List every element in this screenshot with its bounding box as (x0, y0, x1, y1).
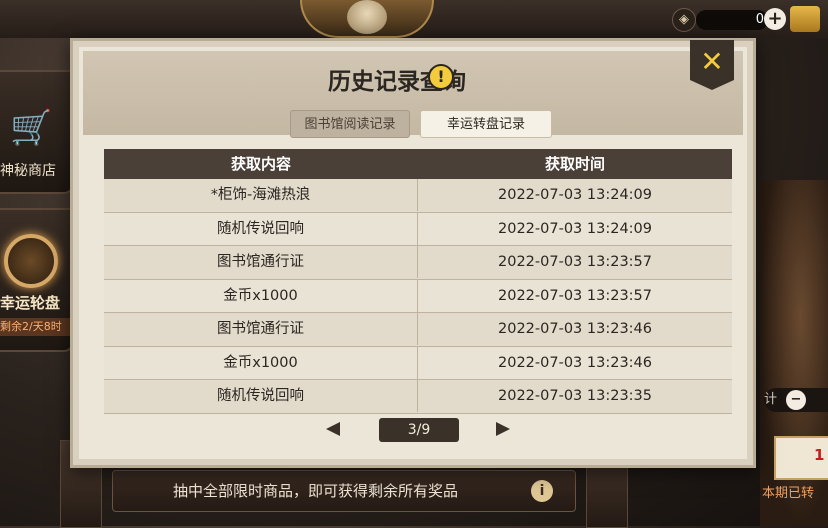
mystery-shop-button[interactable]: 🛒 神秘商店 (0, 70, 74, 194)
reward-card-count: 1 (814, 446, 825, 464)
row-time: 2022-07-03 13:23:46 (498, 321, 652, 337)
currency-display: ◈ 0 + (672, 8, 790, 32)
row-content: 图书馆通行证 (104, 313, 418, 345)
currency-icon: ◈ (672, 8, 696, 32)
tab-lucky-wheel[interactable]: 幸运转盘记录 (420, 110, 552, 138)
row-time: 2022-07-03 13:23:57 (498, 254, 652, 270)
cart-icon: 🛒 (10, 108, 53, 148)
header-time: 获取时间 (544, 155, 605, 173)
row-time: 2022-07-03 13:24:09 (498, 187, 652, 203)
next-page-button[interactable] (496, 422, 510, 436)
table-row: 金币x1000 2022-07-03 13:23:57 (104, 279, 732, 313)
row-time: 2022-07-03 13:23:57 (498, 287, 652, 304)
row-content: 随机传说回响 (104, 212, 418, 245)
close-button[interactable]: ✕ (690, 40, 734, 90)
table-row: 图书馆通行证 2022-07-03 13:23:46 (104, 313, 732, 347)
top-ornament (300, 0, 434, 38)
row-content: 图书馆通行证 (104, 246, 418, 278)
prev-page-button[interactable] (326, 422, 340, 436)
table-row: 随机传说回响 2022-07-03 13:23:35 (104, 380, 732, 414)
wheel-icon (4, 234, 58, 288)
row-content: 金币x1000 (104, 279, 418, 312)
gift-icon[interactable] (790, 6, 820, 32)
title-info-button[interactable]: ! (428, 64, 454, 90)
currency-amount: 0 (696, 10, 768, 30)
mystery-shop-label: 神秘商店 (0, 163, 56, 179)
bottom-banner-text: 抽中全部限时商品，即可获得剩余所有奖品 (173, 482, 459, 500)
lucky-wheel-label: 幸运轮盘 (0, 294, 61, 312)
page-indicator: 3/9 (379, 418, 459, 442)
row-time: 2022-07-03 13:23:35 (498, 388, 652, 404)
history-table: 获取内容 获取时间 *柜饰-海滩热浪 2022-07-03 13:24:09 随机传… (104, 149, 732, 414)
counter-label: 计 (764, 392, 778, 407)
table-row: *柜饰-海滩热浪 2022-07-03 13:24:09 (104, 179, 732, 213)
bottom-banner: 抽中全部限时商品，即可获得剩余所有奖品 i (112, 470, 576, 512)
lucky-wheel-remaining: 剩余2/天8时 (0, 318, 72, 336)
row-time: 2022-07-03 13:23:46 (498, 354, 652, 371)
period-caption: 本期已转 (762, 486, 815, 501)
banner-info-button[interactable]: i (531, 480, 553, 502)
reward-card[interactable]: 1 (774, 436, 828, 480)
row-content: *柜饰-海滩热浪 (104, 179, 418, 211)
minus-button[interactable]: − (786, 390, 806, 410)
mascot-icon (347, 0, 387, 34)
close-icon: ✕ (700, 45, 724, 78)
counter-pill: 计 − (764, 388, 828, 412)
table-header: 获取内容 获取时间 (104, 149, 732, 179)
table-row: 图书馆通行证 2022-07-03 13:23:57 (104, 246, 732, 280)
add-currency-button[interactable]: + (764, 8, 786, 30)
dialog-title: 历史记录查询 (328, 69, 466, 95)
header-content: 获取内容 (230, 155, 291, 173)
lucky-wheel-button[interactable]: 幸运轮盘 剩余2/天8时 (0, 208, 74, 352)
tab-library-reading[interactable]: 图书馆阅读记录 (290, 110, 410, 138)
row-content: 随机传说回响 (104, 380, 418, 412)
table-row: 金币x1000 2022-07-03 13:23:46 (104, 346, 732, 380)
row-content: 金币x1000 (104, 346, 418, 379)
row-time: 2022-07-03 13:24:09 (498, 220, 652, 237)
table-row: 随机传说回响 2022-07-03 13:24:09 (104, 212, 732, 246)
